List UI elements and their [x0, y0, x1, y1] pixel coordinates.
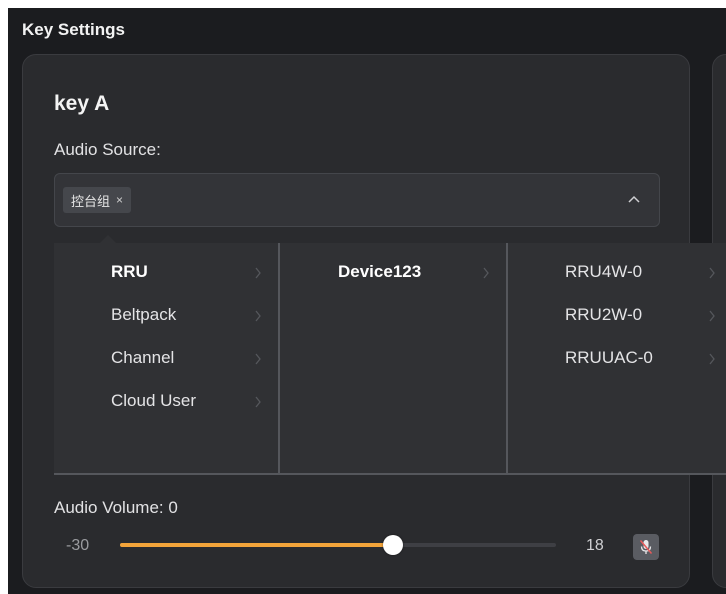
close-icon[interactable]: ×	[116, 193, 123, 207]
window-border-left	[0, 0, 8, 594]
volume-slider-thumb[interactable]	[382, 535, 403, 555]
selected-tag-label: 控台组	[71, 193, 111, 209]
cascader-column-2: Device123	[280, 243, 508, 475]
chevron-right-icon	[255, 353, 261, 365]
cascader-item-rru4w-0[interactable]: RRU4W-0	[565, 252, 642, 292]
cascader-item-channel[interactable]: Channel	[111, 338, 174, 378]
dropdown-pointer	[100, 235, 116, 243]
cascader-column-3: RRU4W-0 RRU2W-0 RRUUAC-0	[508, 243, 726, 475]
cascader-item-cloud-user[interactable]: Cloud User	[111, 381, 196, 421]
mic-muted-icon	[639, 540, 653, 554]
cascader-dropdown: RRU Beltpack Channel Cloud User Device12…	[54, 243, 726, 475]
page-title: Key Settings	[22, 20, 125, 39]
cascader-column-1: RRU Beltpack Channel Cloud User	[54, 243, 280, 475]
audio-source-select[interactable]: 控台组 ×	[54, 173, 660, 227]
audio-volume-label: Audio Volume: 0	[54, 498, 178, 517]
chevron-right-icon	[483, 267, 489, 279]
key-title: key A	[54, 92, 110, 115]
volume-slider[interactable]	[120, 535, 556, 555]
mute-button[interactable]	[633, 534, 659, 560]
volume-max-label: 18	[586, 537, 604, 554]
cascader-item-beltpack[interactable]: Beltpack	[111, 295, 176, 335]
cascader-item-rru2w-0[interactable]: RRU2W-0	[565, 295, 642, 335]
cascader-item-rru[interactable]: RRU	[111, 252, 148, 292]
cascader-item-device123[interactable]: Device123	[338, 252, 421, 292]
chevron-right-icon	[255, 267, 261, 279]
audio-source-label: Audio Source:	[54, 140, 161, 159]
chevron-right-icon	[255, 396, 261, 408]
chevron-up-icon[interactable]	[625, 190, 643, 208]
window-border-top	[0, 0, 726, 8]
chevron-right-icon	[709, 310, 715, 322]
volume-slider-fill	[120, 543, 393, 547]
chevron-right-icon	[709, 267, 715, 279]
volume-min-label: -30	[66, 537, 90, 554]
chevron-right-icon	[255, 310, 261, 322]
selected-tag: 控台组 ×	[63, 187, 132, 213]
cascader-item-rruuac-0[interactable]: RRUUAC-0	[565, 338, 653, 378]
chevron-right-icon	[709, 353, 715, 365]
